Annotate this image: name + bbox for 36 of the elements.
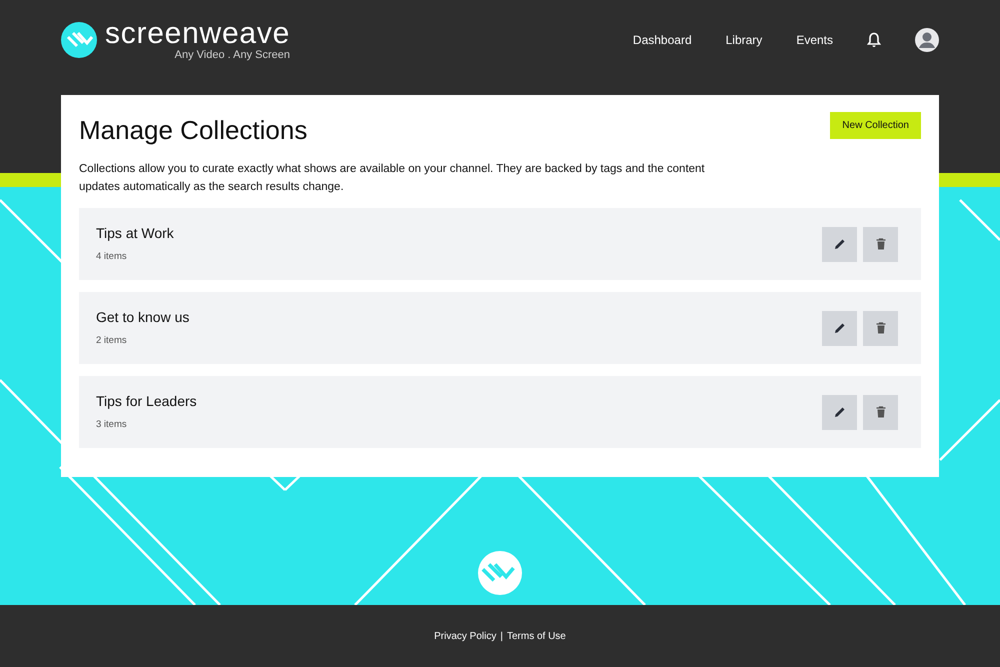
avatar-icon[interactable] [915, 28, 939, 52]
privacy-policy-link[interactable]: Privacy Policy [434, 628, 496, 644]
nav-link[interactable]: Events [796, 31, 833, 49]
edit-button[interactable] [822, 394, 857, 430]
notification-bell-icon[interactable] [867, 32, 881, 48]
collection-name: Tips at Work [96, 224, 174, 244]
collection-row[interactable]: Get to know us 2 items [79, 292, 921, 364]
pencil-icon [834, 406, 846, 418]
edit-button[interactable] [822, 310, 857, 346]
brand-tagline: Any Video . Any Screen [174, 49, 290, 61]
brand-name: screenweave [105, 19, 290, 49]
page-description: Collections allow you to curate exactly what shows are available on your channel. They are backed by tags and the content updates automatically as the search results change. [79, 162, 706, 195]
edit-button[interactable] [822, 226, 857, 262]
collection-name: Tips for Leaders [96, 392, 197, 412]
trash-icon [876, 238, 886, 250]
terms-of-use-link[interactable]: Terms of Use [506, 628, 566, 644]
footer-logo-icon [478, 551, 522, 595]
delete-button[interactable] [863, 394, 898, 430]
logo-icon [61, 22, 97, 58]
nav-link[interactable]: Dashboard [632, 31, 692, 49]
footer-separator: | [500, 630, 503, 644]
collection-row[interactable]: Tips for Leaders 3 items [79, 376, 921, 448]
collection-name: Get to know us [96, 308, 190, 328]
delete-button[interactable] [863, 226, 898, 262]
item-count: 4 items [96, 250, 128, 264]
item-count: 2 items [96, 334, 128, 348]
pencil-icon [834, 322, 846, 334]
trash-icon [876, 322, 886, 334]
nav-link[interactable]: Library [726, 31, 762, 49]
collection-row[interactable]: Tips at Work 4 items [79, 208, 921, 280]
trash-icon [876, 406, 886, 418]
page-title: Manage Collections [79, 114, 308, 147]
delete-button[interactable] [863, 310, 898, 346]
item-count: 3 items [96, 418, 128, 432]
pencil-icon [834, 238, 846, 250]
new-collection-button[interactable]: New Collection [830, 112, 921, 139]
